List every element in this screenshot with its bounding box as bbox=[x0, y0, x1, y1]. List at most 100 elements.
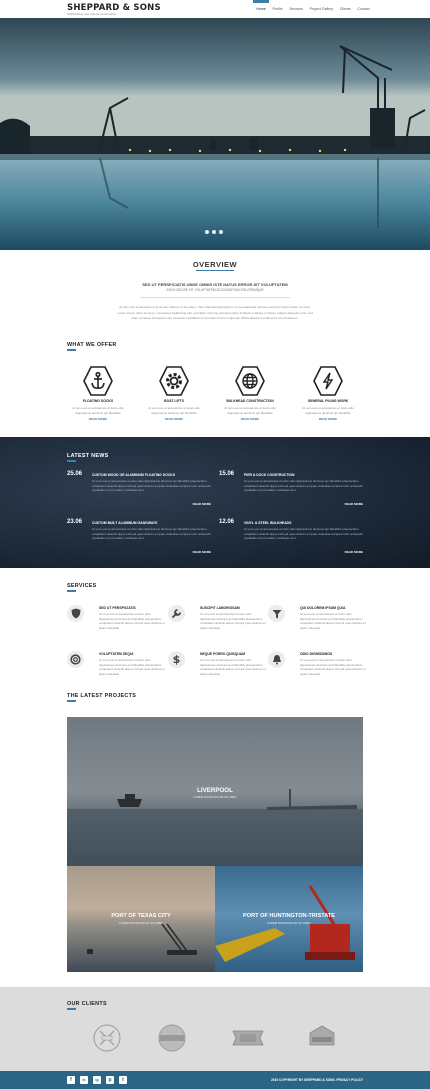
project-image bbox=[87, 923, 197, 955]
service-text: At vero eos et accusamus et iusto odio d… bbox=[99, 658, 165, 676]
wrench-icon bbox=[168, 605, 185, 622]
service-text: At vero eos et accusamus et iusto odio d… bbox=[99, 612, 165, 630]
site-tagline: Shipbuilding and marine construction bbox=[67, 12, 117, 16]
clients-section-title: OUR CLIENTS bbox=[67, 1001, 107, 1010]
offer-item-title: BOAT LIFTS bbox=[164, 399, 184, 403]
linkedin-icon[interactable]: in bbox=[80, 1076, 88, 1084]
offer-item: BOAT LIFTS At vero eos et accusamus et i… bbox=[142, 366, 206, 421]
overview-title: OVERVIEW bbox=[192, 260, 238, 269]
hero-harbor-image bbox=[0, 18, 430, 250]
news-title[interactable]: CUSTOM BUILT ALUMINUM GANGWAYS bbox=[92, 521, 157, 525]
nav-contact[interactable]: Contact bbox=[354, 0, 373, 18]
service-title: VOLUPTATEM SEQUI bbox=[99, 652, 134, 656]
globe-icon bbox=[235, 366, 265, 396]
clients-section: OUR CLIENTS bbox=[0, 987, 430, 1071]
offer-item: GENERAL PILING WORK At vero eos et accus… bbox=[296, 366, 360, 421]
pinterest-icon[interactable]: p bbox=[106, 1076, 114, 1084]
facebook-icon[interactable]: f bbox=[67, 1076, 75, 1084]
service-text: At vero eos et accusamus et iusto odio d… bbox=[300, 612, 366, 630]
overview-body: At vero eos et accusam et justo duo dolo… bbox=[117, 305, 313, 321]
news-date: 23.06 bbox=[67, 519, 83, 525]
filter-icon bbox=[268, 605, 285, 622]
project-subtitle: LOREM IPSUM DOLOR SIT AMET bbox=[267, 921, 311, 925]
lightning-icon bbox=[313, 366, 343, 396]
news-text: At vero eos et accusamus et iusto odio d… bbox=[244, 479, 363, 493]
offer-section-title: WHAT WE OFFER bbox=[67, 342, 117, 351]
read-more-link[interactable]: READ MORE bbox=[345, 550, 363, 554]
read-more-link[interactable]: READ MORE bbox=[193, 502, 211, 506]
nav-project-gallery[interactable]: Project Gallery bbox=[306, 0, 336, 18]
offer-item: BULKHEAD CONSTRUCTION At vero eos et acc… bbox=[218, 366, 282, 421]
slider-dot[interactable] bbox=[212, 230, 216, 234]
read-more-link[interactable]: READ MORE bbox=[142, 417, 206, 421]
project-card-liverpool[interactable]: LIVERPOOL LOREM IPSUM DOLOR SIT AMET bbox=[67, 717, 363, 866]
client-logo[interactable] bbox=[157, 1023, 187, 1053]
project-subtitle: LOREM IPSUM DOLOR SIT AMET bbox=[119, 921, 163, 925]
nav-clients[interactable]: Clients bbox=[337, 0, 355, 18]
project-name: PORT OF HUNTINGTON-TRISTATE bbox=[243, 913, 335, 919]
overview-subtitle-secondary: ATUS ODIOSE SIT VOLUPTATEM ACCUSANTIUM D… bbox=[166, 288, 264, 292]
service-title: QUI DOLOREM IPSUM QUIA bbox=[300, 606, 346, 610]
service-text: At vero eos et accusamus et iusto odio d… bbox=[200, 658, 266, 676]
read-more-link[interactable]: READ MORE bbox=[193, 550, 211, 554]
news-text: At vero eos et accusamus et iusto odio d… bbox=[92, 527, 211, 541]
service-title: ODIO DIGNISSIMOS bbox=[300, 652, 333, 656]
projects-section-title: THE LATEST PROJECTS bbox=[67, 693, 137, 702]
site-header: SHEPPARD & SONS Shipbuilding and marine … bbox=[0, 0, 430, 18]
latest-news-section: LATEST NEWS 25.06 CUSTOM WOOD OR ALUMINU… bbox=[0, 437, 430, 568]
slider-dot[interactable] bbox=[219, 230, 223, 234]
project-card-huntington-tristate[interactable]: PORT OF HUNTINGTON-TRISTATE LOREM IPSUM … bbox=[215, 866, 363, 972]
read-more-link[interactable]: READ MORE bbox=[66, 417, 130, 421]
offer-item-title: FLOATING DOCKS bbox=[82, 399, 114, 403]
offer-item-title: BULKHEAD CONSTRUCTION bbox=[226, 399, 274, 403]
service-title: NEQUE PORRO QUISQUAM bbox=[200, 652, 246, 656]
slider-dots bbox=[205, 230, 223, 234]
lifebuoy-icon bbox=[67, 651, 84, 668]
service-text: At vero eos et accusamus et iusto odio d… bbox=[200, 612, 266, 630]
offer-item-title: GENERAL PILING WORK bbox=[307, 399, 349, 403]
service-title: SED UT PERSPICIATIS bbox=[99, 606, 136, 610]
dollar-icon: $ bbox=[168, 651, 185, 668]
news-title[interactable]: PIER & DOCK CONSTRUCTION bbox=[244, 473, 294, 477]
gear-icon bbox=[159, 366, 189, 396]
nav-services[interactable]: Services bbox=[286, 0, 306, 18]
offer-item-text: At vero eos et accusamus et iusto odio d… bbox=[224, 406, 276, 415]
news-date: 12.06 bbox=[219, 519, 235, 525]
read-more-link[interactable]: READ MORE bbox=[218, 417, 282, 421]
overview-underline bbox=[196, 270, 234, 271]
client-logo[interactable] bbox=[306, 1023, 338, 1053]
service-title: SUSCIPIT LABORIOSAM bbox=[200, 606, 240, 610]
news-date: 15.06 bbox=[219, 471, 235, 477]
project-name: PORT OF TEXAS CITY bbox=[111, 913, 171, 919]
bell-icon bbox=[268, 651, 285, 668]
twitter-icon[interactable]: t bbox=[119, 1076, 127, 1084]
copyright-text: 2015 COPYRIGHT BY SHEPPARD & SONS. PRIVA… bbox=[270, 1077, 363, 1082]
project-subtitle: LOREM IPSUM DOLOR SIT AMET bbox=[193, 795, 237, 799]
nav-profile[interactable]: Profile bbox=[269, 0, 286, 18]
news-title[interactable]: VINYL & STEEL BULKHEADS bbox=[244, 521, 291, 525]
read-more-link[interactable]: READ MORE bbox=[296, 417, 360, 421]
offer-item-text: At vero eos et accusamus et iusto odio d… bbox=[72, 406, 124, 415]
service-text: At vero eos et accusamus et iusto odio d… bbox=[300, 658, 366, 676]
news-section-title: LATEST NEWS bbox=[67, 453, 109, 462]
slider-dot[interactable] bbox=[205, 230, 209, 234]
anchor-icon bbox=[83, 366, 113, 396]
news-text: At vero eos et accusamus et iusto odio d… bbox=[92, 479, 211, 493]
project-image bbox=[215, 885, 355, 962]
news-date: 25.06 bbox=[67, 471, 83, 477]
news-title[interactable]: CUSTOM WOOD OR ALUMINUM FLOATING DOCKS bbox=[92, 473, 175, 477]
services-section-title: SERVICES bbox=[67, 583, 97, 592]
shield-icon bbox=[67, 605, 84, 622]
nav-home[interactable]: Home bbox=[253, 0, 270, 18]
client-logo[interactable] bbox=[231, 1023, 265, 1053]
instagram-icon[interactable]: ig bbox=[93, 1076, 101, 1084]
project-card-texas-city[interactable]: PORT OF TEXAS CITY LOREM IPSUM DOLOR SIT… bbox=[67, 866, 215, 972]
client-logo[interactable] bbox=[92, 1023, 122, 1053]
overview-subtitle: SED UT PERSPICIATIS UNDE OMNIS ISTE NATU… bbox=[142, 282, 288, 287]
offer-item: FLOATING DOCKS At vero eos et accusamus … bbox=[66, 366, 130, 421]
site-footer: f in ig p t 2015 COPYRIGHT BY SHEPPARD &… bbox=[0, 1071, 430, 1089]
offer-item-text: At vero eos et accusamus et iusto odio d… bbox=[148, 406, 200, 415]
project-name: LIVERPOOL bbox=[197, 787, 233, 794]
news-text: At vero eos et accusamus et iusto odio d… bbox=[244, 527, 363, 541]
read-more-link[interactable]: READ MORE bbox=[345, 502, 363, 506]
